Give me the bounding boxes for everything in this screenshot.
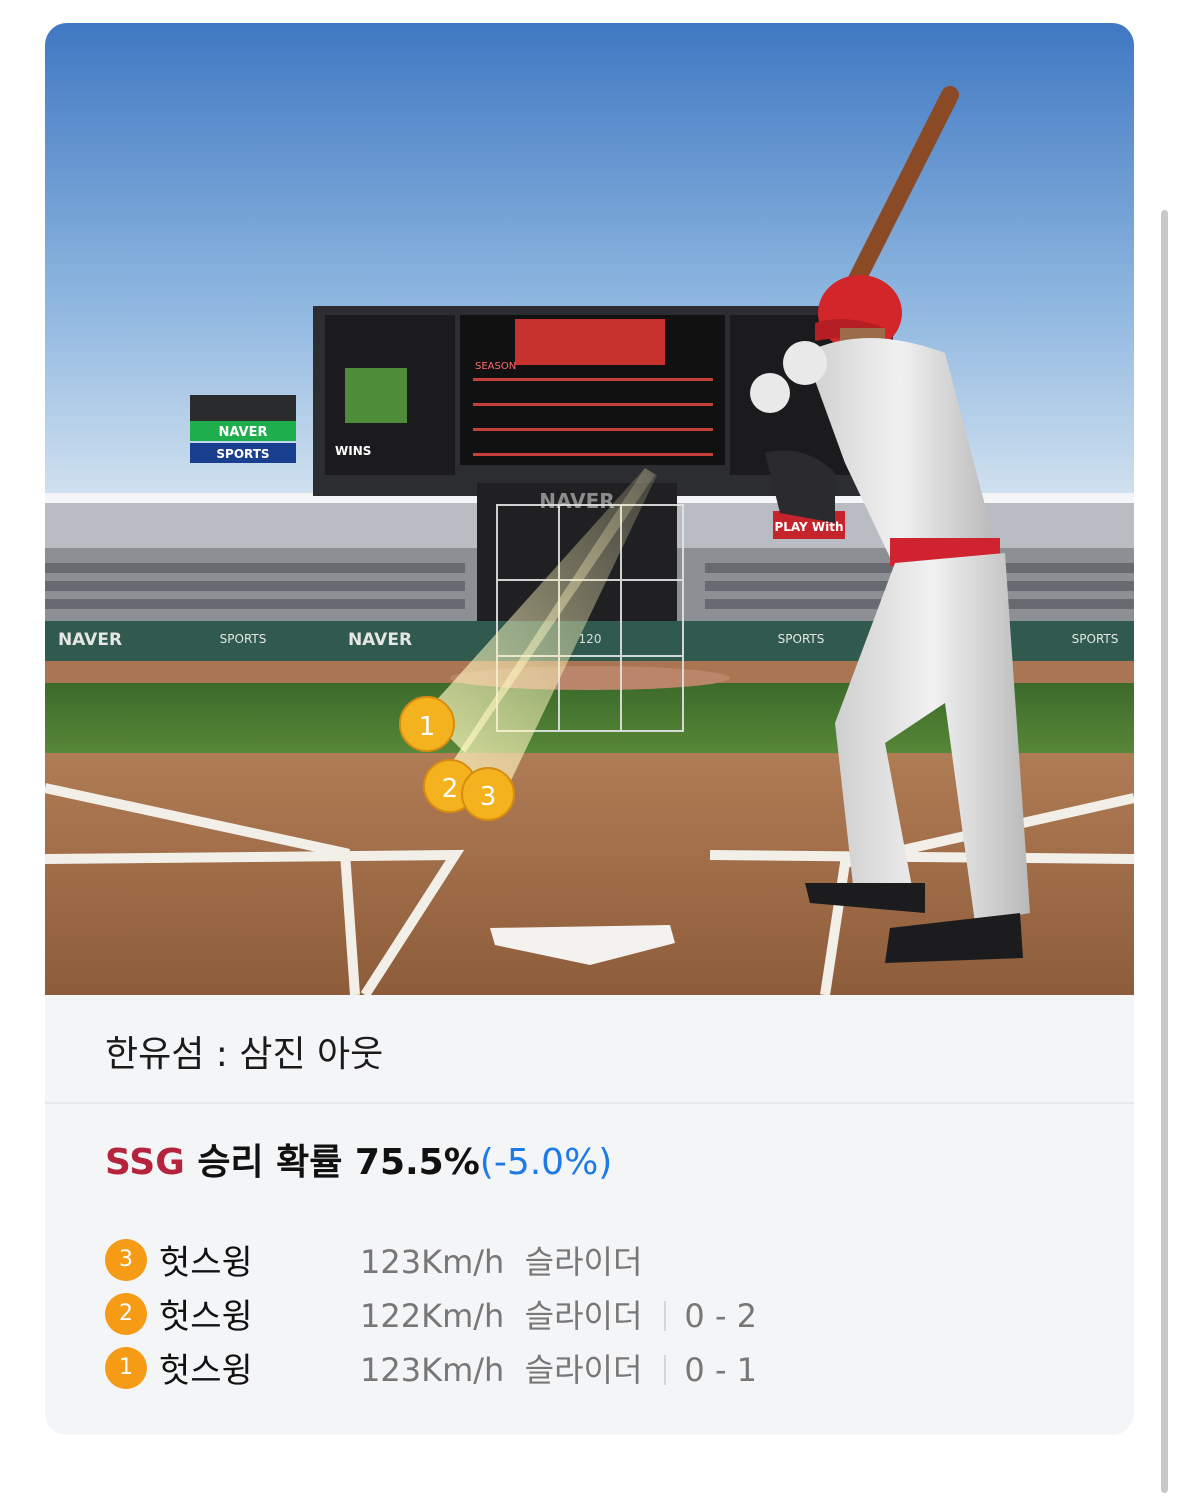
- pitch-row: 3 헛스윙 123Km/h 슬라이더: [105, 1233, 1005, 1287]
- pitch-info: 123Km/h 슬라이더: [360, 1237, 642, 1283]
- play-card: NAVER WINS SEASON NAVER SPORTS PLAY With…: [45, 23, 1134, 1435]
- separator: [664, 1355, 667, 1385]
- pitch-type: 슬라이더: [524, 1351, 643, 1389]
- pitch-marker-1: 1: [399, 696, 455, 752]
- play-result: 한유섬 : 삼진 아웃: [45, 995, 1134, 1125]
- scoreboard-season: SEASON: [475, 361, 516, 372]
- win-prob-delta: (-5.0%): [479, 1142, 613, 1183]
- pitch-scene: NAVER WINS SEASON NAVER SPORTS PLAY With…: [45, 23, 1134, 995]
- separator: [664, 1301, 667, 1331]
- pitch-marker-3: 3: [461, 767, 515, 821]
- win-prob-value: 75.5%: [354, 1142, 480, 1183]
- pitch-list: 3 헛스윙 123Km/h 슬라이더 2 헛스윙 122Km/h 슬라이더 0 -…: [105, 1233, 1005, 1395]
- scrollbar[interactable]: [1161, 210, 1168, 1493]
- pitch-info: 123Km/h 슬라이더 0 - 1: [360, 1345, 757, 1391]
- pitch-number-badge: 3: [105, 1239, 147, 1281]
- pitch-result: 헛스윙: [159, 1351, 253, 1391]
- scoreboard-brand: NAVER: [539, 489, 614, 513]
- scoreboard-wins: WINS: [335, 444, 371, 458]
- pitch-speed: 123Km/h: [360, 1243, 505, 1281]
- pitch-count: 0 - 2: [684, 1297, 758, 1335]
- banner-sports: SPORTS: [216, 447, 269, 461]
- pitch-type: 슬라이더: [524, 1243, 643, 1281]
- zone-speed: 120: [579, 632, 602, 646]
- pitch-info: 122Km/h 슬라이더 0 - 2: [360, 1291, 757, 1337]
- pitch-count: 0 - 1: [684, 1351, 758, 1389]
- pitch-speed: 122Km/h: [360, 1297, 505, 1335]
- svg-text:1: 1: [419, 712, 436, 742]
- banner-naver: NAVER: [218, 425, 267, 440]
- wall-ad-4: SPORTS: [778, 632, 825, 646]
- wall-ad-5: SPORTS: [1072, 632, 1119, 646]
- pitch-row: 1 헛스윙 123Km/h 슬라이더 0 - 1: [105, 1341, 1005, 1395]
- pitch-type: 슬라이더: [524, 1297, 643, 1335]
- svg-text:2: 2: [442, 774, 459, 804]
- pitch-result: 헛스윙: [159, 1297, 253, 1337]
- divider: [45, 1102, 1134, 1104]
- pitch-result: 헛스윙: [159, 1243, 253, 1283]
- win-prob-label: 승리 확률: [184, 1142, 355, 1183]
- wall-ad-2: SPORTS: [220, 632, 267, 646]
- result-text: 한유섬 : 삼진 아웃: [105, 1034, 384, 1075]
- win-prob-team: SSG: [105, 1142, 185, 1183]
- pitch-number-badge: 1: [105, 1347, 147, 1389]
- pitch-row: 2 헛스윙 122Km/h 슬라이더 0 - 2: [105, 1287, 1005, 1341]
- wall-ad-3: NAVER: [348, 630, 412, 650]
- svg-text:3: 3: [480, 782, 497, 812]
- pitch-number-badge: 2: [105, 1293, 147, 1335]
- pitch-speed: 123Km/h: [360, 1351, 505, 1389]
- wall-ad-1: NAVER: [58, 630, 122, 650]
- win-probability: SSG 승리 확률 75.5%(-5.0%): [105, 1133, 612, 1185]
